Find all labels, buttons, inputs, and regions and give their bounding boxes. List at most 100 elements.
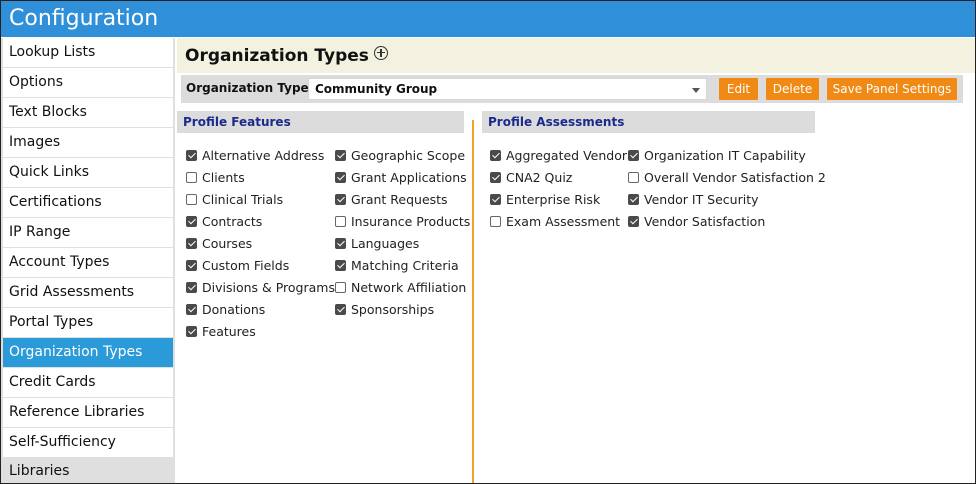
checkbox-item[interactable]: Alternative Address: [186, 144, 335, 166]
checkbox-checked[interactable]: [628, 149, 639, 161]
checkbox-label: Clients: [202, 169, 245, 185]
features-col1: Alternative Address Clients Clinical Trial…: [186, 144, 335, 342]
checkbox-unchecked[interactable]: [335, 215, 346, 227]
checkbox-checked[interactable]: [186, 259, 197, 271]
assessments-col2: Organization IT Capability Overall Vendor…: [628, 144, 826, 232]
sidebar-item-quick-links[interactable]: Quick Links: [3, 158, 173, 187]
assessments-col1: Aggregated Vendor CNA2 Quiz Enterprise Ris…: [490, 144, 627, 232]
checkbox-label: Contracts: [202, 213, 263, 229]
checkbox-item[interactable]: Custom Fields: [186, 254, 335, 276]
org-type-label: Organization Type:: [186, 81, 314, 95]
checkbox-checked[interactable]: [490, 171, 501, 183]
checkbox-label: Clinical Trials: [202, 191, 284, 207]
sidebar-item-portal-types[interactable]: Portal Types: [3, 308, 173, 337]
checkbox-checked[interactable]: [186, 237, 197, 249]
sidebar: Lookup Lists Options Text Blocks Images Quic…: [1, 38, 175, 483]
checkbox-label: Donations: [202, 301, 266, 317]
checkbox-label: Matching Criteria: [351, 257, 459, 273]
checkbox-label: CNA2 Quiz: [506, 169, 573, 185]
checkbox-checked[interactable]: [335, 193, 346, 205]
checkbox-item[interactable]: Sponsorships: [335, 298, 470, 320]
checkbox-label: Grant Applications: [351, 169, 467, 185]
checkbox-item[interactable]: Insurance Products: [335, 210, 470, 232]
checkbox-item[interactable]: Network Affiliation: [335, 276, 470, 298]
page-header: Organization Types: [177, 38, 975, 73]
checkbox-item[interactable]: Organization IT Capability: [628, 144, 826, 166]
org-type-select[interactable]: Community Group: [308, 78, 707, 100]
checkbox-checked[interactable]: [335, 259, 346, 271]
checkbox-checked[interactable]: [335, 171, 346, 183]
checkbox-unchecked[interactable]: [186, 193, 197, 205]
checkbox-unchecked[interactable]: [628, 171, 639, 183]
checkbox-label: Organization IT Capability: [644, 147, 806, 163]
checkbox-checked[interactable]: [490, 149, 501, 161]
checkbox-label: Vendor IT Security: [644, 191, 759, 207]
checkbox-checked[interactable]: [335, 237, 346, 249]
sidebar-item-options[interactable]: Options: [3, 68, 173, 97]
sidebar-item-credit-cards[interactable]: Credit Cards: [3, 368, 173, 397]
page-title: Organization Types: [185, 45, 369, 66]
checkbox-item[interactable]: Vendor Satisfaction: [628, 210, 826, 232]
checkbox-item[interactable]: Donations: [186, 298, 335, 320]
checkbox-unchecked[interactable]: [335, 281, 346, 293]
edit-button[interactable]: Edit: [719, 78, 758, 100]
checkbox-checked[interactable]: [186, 215, 197, 227]
checkbox-item[interactable]: Aggregated Vendor: [490, 144, 627, 166]
checkbox-unchecked[interactable]: [490, 215, 501, 227]
checkbox-label: Geographic Scope: [351, 147, 466, 163]
sidebar-item-grid-assessments[interactable]: Grid Assessments: [3, 278, 173, 307]
checkbox-item[interactable]: Grant Applications: [335, 166, 470, 188]
save-panel-settings-button[interactable]: Save Panel Settings: [827, 78, 957, 100]
checkbox-label: Grant Requests: [351, 191, 448, 207]
checkbox-checked[interactable]: [186, 149, 197, 161]
checkbox-unchecked[interactable]: [186, 171, 197, 183]
checkbox-item[interactable]: Features: [186, 320, 335, 342]
checkbox-checked[interactable]: [628, 193, 639, 205]
sidebar-item-text-blocks[interactable]: Text Blocks: [3, 98, 173, 127]
app-title: Configuration: [1, 1, 975, 37]
sidebar-item-lookup-lists[interactable]: Lookup Lists: [3, 38, 173, 67]
checkbox-item[interactable]: Clients: [186, 166, 335, 188]
sidebar-item-organization-types[interactable]: Organization Types: [3, 338, 173, 367]
sidebar-item-reference-libraries[interactable]: Reference Libraries: [3, 398, 173, 427]
checkbox-item[interactable]: Grant Requests: [335, 188, 470, 210]
checkbox-item[interactable]: Matching Criteria: [335, 254, 470, 276]
checkbox-label: Custom Fields: [202, 257, 290, 273]
checkbox-item[interactable]: CNA2 Quiz: [490, 166, 627, 188]
checkbox-checked[interactable]: [490, 193, 501, 205]
checkbox-item[interactable]: Vendor IT Security: [628, 188, 826, 210]
checkbox-label: Exam Assessment: [506, 213, 621, 229]
checkbox-label: Alternative Address: [202, 147, 325, 163]
checkbox-item[interactable]: Contracts: [186, 210, 335, 232]
checkbox-checked[interactable]: [335, 303, 346, 315]
checkbox-item[interactable]: Enterprise Risk: [490, 188, 627, 210]
checkbox-checked[interactable]: [628, 215, 639, 227]
sidebar-item-certifications[interactable]: Certifications: [3, 188, 173, 217]
checkbox-checked[interactable]: [186, 281, 197, 293]
sidebar-item-self-sufficiency-libraries[interactable]: Self-Sufficiency Libraries: [3, 428, 173, 479]
main-panel: Organization Types Organization Type: Co…: [177, 38, 975, 483]
org-type-value: Community Group: [315, 82, 438, 96]
checkbox-item[interactable]: Languages: [335, 232, 470, 254]
checkbox-item[interactable]: Overall Vendor Satisfaction 2: [628, 166, 826, 188]
checkbox-label: Overall Vendor Satisfaction 2: [644, 169, 826, 185]
toolbar: Organization Type: Community Group Edit …: [181, 75, 963, 103]
configuration-window: Configuration Lookup Lists Options Text Bl…: [0, 0, 976, 484]
checkbox-item[interactable]: Geographic Scope: [335, 144, 470, 166]
plus-circle-icon[interactable]: [373, 45, 388, 60]
chevron-down-icon: [692, 88, 700, 93]
checkbox-checked[interactable]: [186, 325, 197, 337]
checkbox-label: Features: [202, 323, 256, 339]
delete-button[interactable]: Delete: [766, 78, 819, 100]
checkbox-item[interactable]: Courses: [186, 232, 335, 254]
checkbox-label: Network Affiliation: [351, 279, 467, 295]
checkbox-item[interactable]: Clinical Trials: [186, 188, 335, 210]
sidebar-item-images[interactable]: Images: [3, 128, 173, 157]
checkbox-checked[interactable]: [335, 149, 346, 161]
checkbox-label: Insurance Products: [351, 213, 471, 229]
sidebar-item-account-types[interactable]: Account Types: [3, 248, 173, 277]
checkbox-checked[interactable]: [186, 303, 197, 315]
checkbox-item[interactable]: Exam Assessment: [490, 210, 627, 232]
checkbox-item[interactable]: Divisions & Programs: [186, 276, 335, 298]
sidebar-item-ip-range[interactable]: IP Range: [3, 218, 173, 247]
